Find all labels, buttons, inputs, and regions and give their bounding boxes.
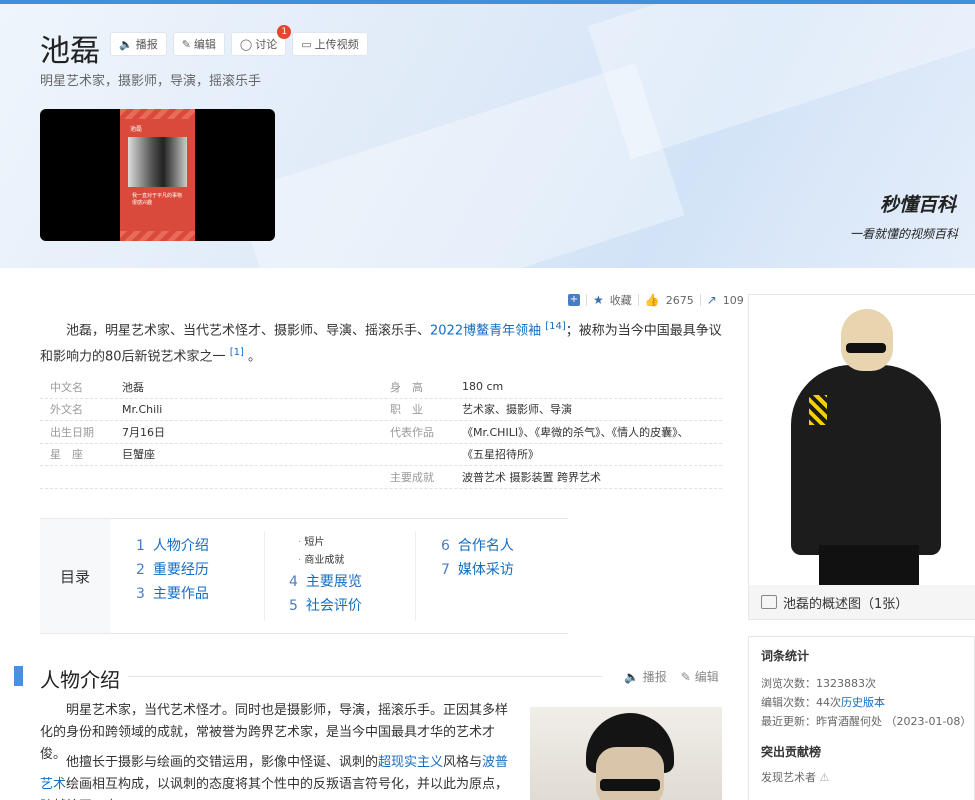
thumbs-up-icon[interactable]: 👍 (645, 293, 660, 307)
stats-edits: 编辑次数：44次历史版本 (761, 696, 885, 709)
star-icon[interactable]: ★ (593, 293, 604, 307)
infobox: 中文名 池磊 身 高 180 cm 外文名 Mr.Chili 职 业艺术家、摄影师、导… (40, 376, 722, 489)
toc-divider (264, 531, 265, 621)
stats-updated: 最近更新：昨宵酒醒何处 （2023-01-08） (761, 715, 972, 728)
section-title: 人物介绍 (40, 668, 120, 692)
toc-item-exhibitions[interactable]: 4 主要展览 (289, 571, 362, 591)
divider (637, 294, 639, 306)
collect-button[interactable]: 收藏 (610, 292, 632, 308)
stats-title: 词条统计 (761, 649, 810, 663)
logo-slogan: 一看就懂的视频百科 (850, 227, 959, 241)
divider (586, 294, 587, 306)
reference-1[interactable]: [1] (230, 347, 244, 358)
video-player[interactable]: 池磊 我一直对于平凡的事物很感兴趣 (40, 109, 275, 241)
speaker-icon: 🔈 (119, 37, 133, 51)
page-subtitle: 明星艺术家，摄影师，导演，摇滚乐手 (40, 74, 262, 89)
page-title: 池磊 (40, 34, 100, 69)
discuss-button[interactable]: ◯ 讨论 1 (230, 25, 292, 56)
photo-figure-glasses (846, 343, 886, 353)
entry-summary: 池磊，明星艺术家、当代艺术怪才、摄影师、导演、摇滚乐手、2022博鳌青年领袖 [… (40, 321, 722, 365)
toc-sub-business[interactable]: 商业成就 (298, 551, 344, 566)
toc-item-interviews[interactable]: 7 媒体采访 (441, 559, 514, 579)
photo-figure-legs (819, 545, 919, 585)
share-icon[interactable]: ↗ (707, 293, 717, 307)
infobox-row: 外文名 Mr.Chili 职 业艺术家、摄影师、导演 (40, 399, 722, 421)
history-link[interactable]: 历史版本 (841, 696, 885, 709)
poster-zigzag (120, 109, 195, 119)
contrib-item[interactable]: 发现艺术者 ⚠ (761, 768, 962, 787)
pencil-icon: ✎ (181, 37, 191, 51)
header-decoration (587, 4, 975, 160)
toc-item-works[interactable]: 3 主要作品 (136, 583, 209, 603)
toc-item-experience[interactable]: 2 重要经历 (136, 559, 209, 579)
toc-sub-short-film[interactable]: 短片 (298, 533, 324, 548)
page-header: 池磊 🔈 播报 ✎ 编辑 ◯ 讨论 1 ▭ 上传视频 明星艺术家，摄影师，导演，摇滚乐手 … (0, 4, 975, 268)
entry-stats-panel: 词条统计 浏览次数：1323883次 编辑次数：44次历史版本 最近更新：昨宵酒… (748, 636, 975, 800)
surrealism-link[interactable]: 超现实主义 (378, 755, 443, 770)
infobox-row: 中文名 池磊 身 高 180 cm (40, 376, 722, 399)
stats-views: 浏览次数：1323883次 (761, 677, 876, 690)
poster-zigzag (120, 231, 195, 241)
section-marker (14, 666, 23, 686)
video-icon: ▭ (301, 37, 312, 51)
infobox-row: 主要成就 波普艺术 摄影装置 跨界艺术 (40, 466, 722, 489)
section-edit-button[interactable]: ✎ 编辑 (681, 668, 719, 685)
zodiac-link[interactable]: 巨蟹座 (122, 446, 380, 462)
section-broadcast-button[interactable]: 🔈 播报 (624, 668, 667, 685)
divider (699, 294, 701, 306)
speaker-icon: 🔈 (624, 670, 639, 684)
miaodong-logo: 秒懂百科 (880, 194, 957, 216)
infobox-row: 星 座巨蟹座 《五星招待所》 (40, 444, 722, 466)
section-tools: 🔈 播报 ✎ 编辑 (624, 668, 719, 685)
entry-toolbar: + ★ 收藏 👍 2675 ↗ 109 (568, 292, 744, 308)
toc-divider (415, 531, 416, 621)
section-divider (128, 676, 602, 677)
edit-button[interactable]: ✎ 编辑 (172, 32, 225, 56)
header-actions: 🔈 播报 ✎ 编辑 ◯ 讨论 1 ▭ 上传视频 (110, 25, 368, 56)
overview-photo-caption[interactable]: 池磊的概述图（1张） (749, 585, 975, 619)
poster-photo (128, 137, 187, 187)
photo-figure-stripe (809, 395, 827, 425)
poster-title: 池磊 (130, 126, 143, 133)
picture-icon (761, 595, 777, 609)
overview-photo (749, 295, 975, 585)
broadcast-button[interactable]: 🔈 播报 (110, 32, 167, 56)
like-count: 2675 (665, 293, 694, 307)
upload-video-button[interactable]: ▭ 上传视频 (292, 32, 368, 56)
toc-item-partners[interactable]: 6 合作名人 (441, 535, 514, 555)
share-count: 109 (722, 293, 744, 307)
section-photo[interactable] (530, 707, 722, 800)
toc-item-reviews[interactable]: 5 社会评价 (289, 595, 362, 615)
infobox-row: 出生日期 7月16日 代表作品 《Mr.CHILI》、《卑微的杀气》、《情人的皮囊》… (40, 421, 722, 444)
discuss-count-badge: 1 (277, 25, 292, 39)
photo-figure-coat (791, 365, 941, 555)
warning-icon: ⚠ (819, 771, 830, 784)
section-paragraph: 他擅长于摄影与绘画的交错运用，影像中怪诞、讽刺的超现实主义风格与波普艺术绘画相互… (40, 755, 509, 800)
section-photo-face (596, 747, 664, 800)
overview-photo-card[interactable]: 池磊的概述图（1张） (748, 294, 975, 620)
reference-14[interactable]: [14] (545, 321, 566, 332)
toc-title: 目录 (40, 519, 110, 633)
video-poster: 池磊 我一直对于平凡的事物很感兴趣 (120, 109, 195, 241)
pencil-icon: ✎ (680, 670, 691, 684)
add-icon[interactable]: + (568, 294, 580, 306)
toc-item-intro[interactable]: 1 人物介绍 (136, 535, 209, 555)
poster-caption: 我一直对于平凡的事物很感兴趣 (132, 193, 183, 206)
section-photo-glasses (600, 779, 660, 791)
summary-link-youth-leader[interactable]: 2022博鳌青年领袖 (430, 323, 541, 338)
photo-figure-head (841, 309, 893, 371)
chat-icon: ◯ (239, 37, 253, 51)
table-of-contents: 目录 1人物介绍 2重要经历 3主要作品 短片 商业成就 4主要展览 5社会评价… (40, 518, 568, 634)
contrib-title: 突出贡献榜 (761, 745, 822, 759)
